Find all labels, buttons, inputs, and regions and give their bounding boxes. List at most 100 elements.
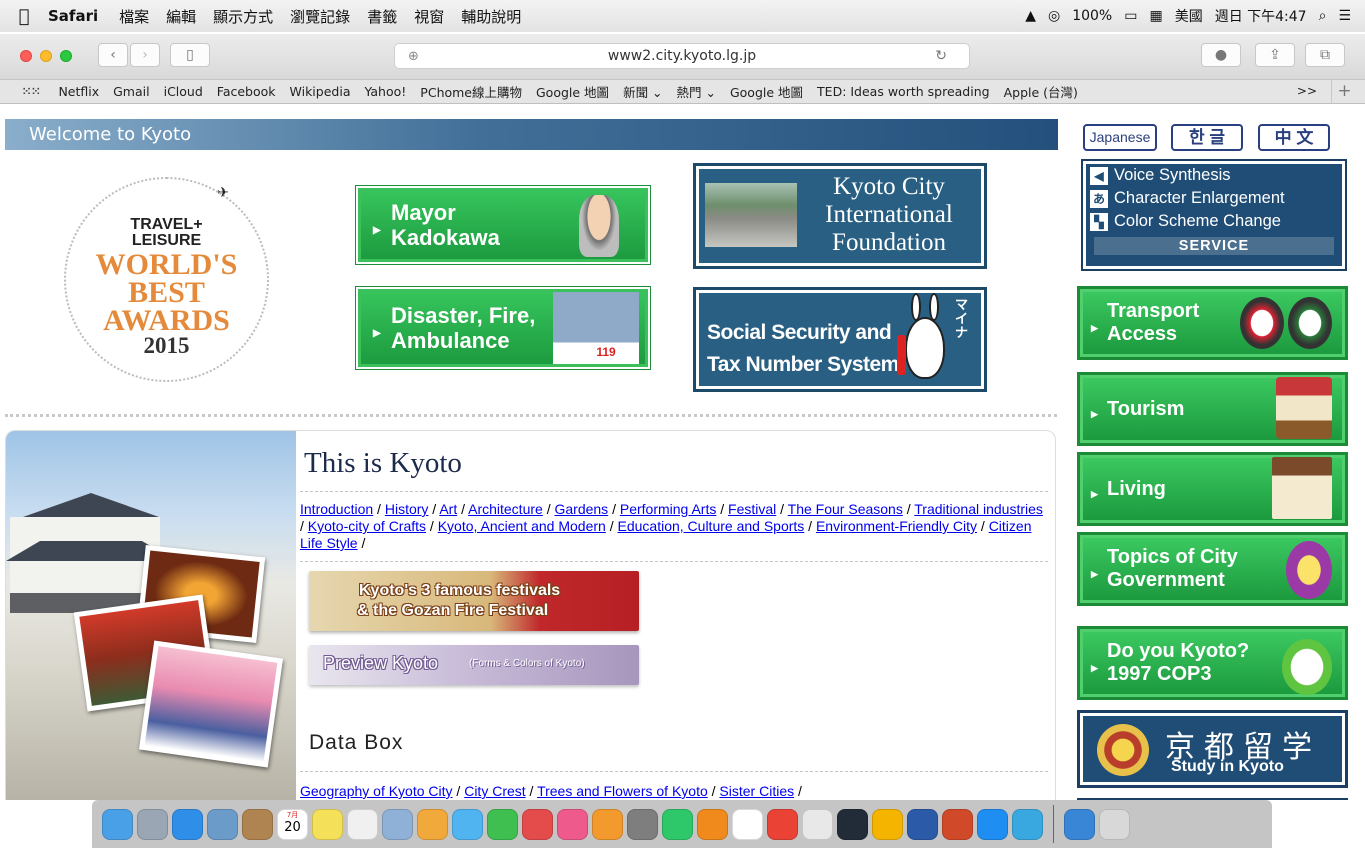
- link-traditional-industries[interactable]: Traditional industries: [914, 501, 1043, 517]
- link-introduction[interactable]: Introduction: [300, 501, 373, 517]
- dock-teamviewer-icon[interactable]: [1012, 808, 1043, 840]
- reload-icon[interactable]: ↻: [935, 48, 947, 64]
- bookmark-google-maps-2[interactable]: Google 地圖: [730, 82, 803, 101]
- bookmark-yahoo[interactable]: Yahoo!: [364, 84, 406, 99]
- bookmark-news-folder[interactable]: 新聞 ⌄: [623, 82, 662, 101]
- link-history[interactable]: History: [385, 501, 429, 517]
- menu-edit[interactable]: 編輯: [166, 6, 196, 27]
- color-scheme-link[interactable]: ▚ Color Scheme Change: [1086, 210, 1342, 233]
- dock-calendar-icon[interactable]: 7月 20: [277, 808, 308, 840]
- link-four-seasons[interactable]: The Four Seasons: [788, 501, 903, 517]
- link-geography[interactable]: Geography of Kyoto City: [300, 783, 453, 799]
- share-button[interactable]: ⇪: [1255, 43, 1295, 67]
- downloads-button[interactable]: ●: [1201, 43, 1241, 67]
- top-sites-icon[interactable]: ⁙⁙: [22, 85, 40, 98]
- bookmarks-overflow-button[interactable]: >>: [1297, 84, 1317, 98]
- lang-japanese-button[interactable]: Japanese: [1083, 124, 1157, 151]
- bookmark-gmail[interactable]: Gmail: [113, 84, 149, 99]
- dock-contacts-icon[interactable]: [242, 808, 273, 840]
- dock-messages-icon[interactable]: [452, 808, 483, 840]
- mayor-button[interactable]: ▶ Mayor Kadokawa: [356, 186, 650, 264]
- bookmark-ted[interactable]: TED: Ideas worth spreading: [817, 84, 990, 99]
- character-enlargement-link[interactable]: あ Character Enlargement: [1086, 187, 1342, 210]
- link-gardens[interactable]: Gardens: [554, 501, 608, 517]
- link-kyoto-crafts[interactable]: Kyoto-city of Crafts: [308, 518, 426, 534]
- forward-button[interactable]: ›: [130, 43, 160, 67]
- link-environment[interactable]: Environment-Friendly City: [816, 518, 977, 534]
- flag-icon[interactable]: ▦: [1149, 8, 1162, 24]
- menu-bookmarks[interactable]: 書籤: [367, 6, 397, 27]
- dock-ibooks-icon[interactable]: [592, 808, 623, 840]
- lang-chinese-button[interactable]: 中 文: [1258, 124, 1330, 151]
- bookmark-apple[interactable]: Apple (台灣): [1004, 82, 1078, 101]
- link-ancient-modern[interactable]: Kyoto, Ancient and Modern: [438, 518, 606, 534]
- dock-notes-icon[interactable]: [312, 808, 343, 840]
- dock-powerpoint-icon[interactable]: [942, 808, 973, 840]
- social-security-button[interactable]: Social Security and Tax Number System マイ…: [696, 290, 984, 389]
- tabs-button[interactable]: ⧉: [1305, 43, 1345, 67]
- dock-kyoto-app-icon[interactable]: [767, 808, 798, 840]
- menu-app-name[interactable]: Safari: [48, 7, 98, 25]
- dock-itunes-icon[interactable]: [557, 808, 588, 840]
- voice-synthesis-link[interactable]: ◀ Voice Synthesis: [1086, 164, 1342, 187]
- dock-launchpad-icon[interactable]: [137, 808, 168, 840]
- dock-vlc-icon[interactable]: [697, 808, 728, 840]
- award-badge[interactable]: ✈ TRAVEL+ LEISURE WORLD'S BEST AWARDS 20…: [64, 177, 269, 382]
- study-in-kyoto-button[interactable]: 京都留学 Study in Kyoto: [1080, 713, 1345, 785]
- tourism-button[interactable]: ▶ Tourism: [1080, 375, 1345, 443]
- bookmark-netflix[interactable]: Netflix: [58, 84, 99, 99]
- lang-korean-button[interactable]: 한 글: [1171, 124, 1243, 151]
- dock-downloads-icon[interactable]: [1064, 808, 1095, 840]
- menu-window[interactable]: 視窗: [414, 6, 444, 27]
- city-government-button[interactable]: ▶ Topics of City Government: [1080, 535, 1345, 603]
- transport-access-button[interactable]: ▶ Transport Access: [1080, 289, 1345, 357]
- link-festival[interactable]: Festival: [728, 501, 776, 517]
- bookmark-hot-folder[interactable]: 熱門 ⌄: [677, 82, 716, 101]
- dock-icloud-drive-icon[interactable]: [732, 808, 763, 840]
- back-button[interactable]: ‹: [98, 43, 128, 67]
- menu-view[interactable]: 顯示方式: [213, 6, 273, 27]
- living-button[interactable]: ▶ Living: [1080, 455, 1345, 523]
- sidebar-toggle-button[interactable]: ▯: [170, 43, 210, 67]
- do-you-kyoto-button[interactable]: ▶ Do you Kyoto? 1997 COP3: [1080, 629, 1345, 697]
- input-source[interactable]: 美國: [1175, 6, 1203, 26]
- clock[interactable]: 週日 下午4:47: [1215, 6, 1307, 26]
- dock-word-icon[interactable]: [907, 808, 938, 840]
- battery-icon[interactable]: ▭: [1124, 8, 1137, 24]
- dock-quicktime-icon[interactable]: [837, 808, 868, 840]
- dock-preview-icon[interactable]: [207, 808, 238, 840]
- bookmark-google-maps[interactable]: Google 地圖: [536, 82, 609, 101]
- menu-help[interactable]: 輔助說明: [461, 6, 521, 27]
- bookmark-icloud[interactable]: iCloud: [164, 84, 203, 99]
- festival-banner[interactable]: Kyoto's 3 famous festivals & the Gozan F…: [309, 571, 639, 631]
- notification-center-icon[interactable]: ☰: [1338, 8, 1351, 24]
- preview-kyoto-banner[interactable]: Preview Kyoto (Forms & Colors of Kyoto): [309, 645, 639, 685]
- drive-icon[interactable]: ▲: [1025, 8, 1036, 24]
- dock-facetime-icon[interactable]: [487, 808, 518, 840]
- dock-reminders-icon[interactable]: [347, 808, 378, 840]
- menu-file[interactable]: 檔案: [119, 6, 149, 27]
- dock-youtube-icon[interactable]: [802, 808, 833, 840]
- bookmark-pchome[interactable]: PChome線上購物: [420, 82, 522, 101]
- dock-photos-icon[interactable]: [417, 808, 448, 840]
- dock-pages-icon[interactable]: [522, 808, 553, 840]
- kyoto-city-international-foundation-button[interactable]: Kyoto City International Foundation: [696, 166, 984, 266]
- zoom-window-button[interactable]: [60, 50, 72, 62]
- menu-history[interactable]: 瀏覽記錄: [290, 6, 350, 27]
- dock-safari-icon[interactable]: [172, 808, 203, 840]
- link-sister-cities[interactable]: Sister Cities: [719, 783, 794, 799]
- new-tab-button[interactable]: +: [1331, 80, 1357, 104]
- dock-photo-browser-icon[interactable]: [382, 808, 413, 840]
- apple-menu-icon[interactable]: : [0, 6, 48, 27]
- close-window-button[interactable]: [20, 50, 32, 62]
- dock-chrome-icon[interactable]: [872, 808, 903, 840]
- airdrop-icon[interactable]: ◎: [1048, 8, 1060, 24]
- add-icon[interactable]: ⊕: [408, 49, 419, 64]
- battery-percent[interactable]: 100%: [1072, 8, 1112, 24]
- link-architecture[interactable]: Architecture: [468, 501, 543, 517]
- bookmark-wikipedia[interactable]: Wikipedia: [290, 84, 351, 99]
- link-education-culture[interactable]: Education, Culture and Sports: [618, 518, 805, 534]
- dock-finder-icon[interactable]: [102, 808, 133, 840]
- dock-app-store-icon[interactable]: [977, 808, 1008, 840]
- address-bar[interactable]: ⊕ www2.city.kyoto.lg.jp ↻: [394, 43, 970, 69]
